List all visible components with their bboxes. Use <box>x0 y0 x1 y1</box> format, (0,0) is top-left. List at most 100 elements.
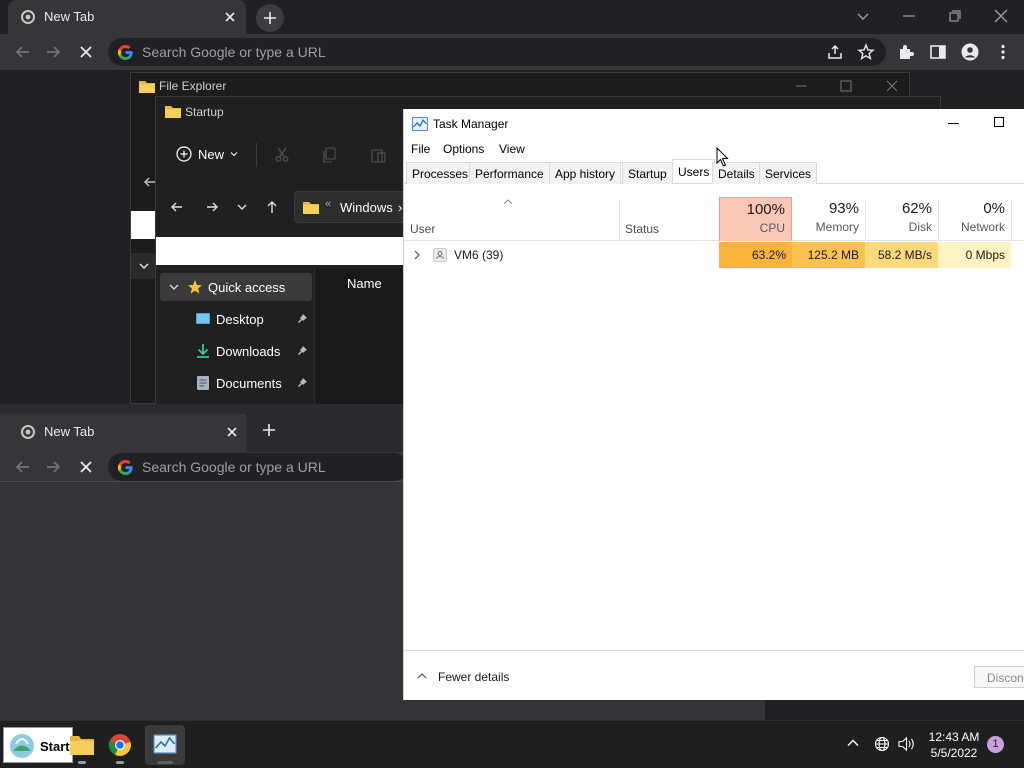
task-manager-icon <box>412 117 428 131</box>
clock-time: 12:43 AM <box>928 730 980 744</box>
notification-badge[interactable]: 1 <box>987 736 1004 753</box>
address-crumb[interactable]: Windows <box>340 200 393 215</box>
show-hidden-icons-chevron-icon[interactable] <box>846 736 860 750</box>
tab-users[interactable]: Users <box>672 159 716 182</box>
address-bar[interactable]: Search Google or type a URL <box>108 453 408 481</box>
bookmark-star-icon[interactable] <box>857 43 875 61</box>
chevron-down-icon[interactable] <box>168 281 180 293</box>
cut-icon[interactable] <box>274 147 290 163</box>
back-arrow-icon[interactable] <box>14 458 32 476</box>
forward-arrow-icon[interactable] <box>44 458 62 476</box>
tab-processes[interactable]: Processes <box>406 162 475 184</box>
chevron-up-icon[interactable] <box>416 672 428 680</box>
folder-icon <box>139 79 155 93</box>
fewer-details-link[interactable]: Fewer details <box>438 670 509 684</box>
volume-icon[interactable] <box>898 736 916 752</box>
minimize-icon[interactable] <box>901 8 917 24</box>
window-title: File Explorer <box>159 79 227 93</box>
desktop-icon <box>195 311 211 327</box>
expand-toggle[interactable] <box>131 253 157 279</box>
column-divider <box>619 200 620 240</box>
new-button[interactable]: New <box>176 146 238 162</box>
tab-new-tab[interactable]: New Tab <box>0 414 246 452</box>
pin-icon[interactable] <box>297 313 308 324</box>
taskbar: Start 12:43 AM 5/5/2022 1 <box>0 720 1024 768</box>
taskbar-file-explorer[interactable] <box>62 725 102 765</box>
menu-options[interactable]: Options <box>443 142 484 156</box>
browser-toolbar: Search Google or type a URL <box>0 34 1024 70</box>
tab-performance[interactable]: Performance <box>469 162 550 184</box>
tab-services[interactable]: Services <box>759 162 818 184</box>
nav-item-label: Documents <box>216 376 282 391</box>
column-header-status[interactable]: Status <box>625 222 659 236</box>
menu-view[interactable]: View <box>499 142 525 156</box>
recent-locations-chevron-icon[interactable] <box>236 200 248 214</box>
close-tab-icon[interactable] <box>224 424 240 440</box>
more-menu-icon[interactable] <box>994 43 1012 61</box>
address-bar[interactable]: Search Google or type a URL <box>108 38 886 66</box>
menu-file[interactable]: File <box>411 142 430 156</box>
forward-arrow-icon[interactable] <box>44 43 62 61</box>
new-tab-button[interactable] <box>256 4 284 32</box>
restore-icon[interactable] <box>947 8 963 24</box>
window-edge <box>765 700 1024 720</box>
minimize-icon[interactable] <box>948 123 959 124</box>
profile-icon[interactable] <box>961 43 979 61</box>
disk-cell: 58.2 MB/s <box>865 242 938 268</box>
forward-arrow-icon[interactable] <box>205 200 219 214</box>
stop-loading-icon[interactable] <box>77 458 95 476</box>
new-tab-icon[interactable] <box>262 423 276 437</box>
column-header-name[interactable]: Name <box>347 276 382 291</box>
tab-new-tab[interactable]: New Tab <box>8 0 246 34</box>
nav-item-quick-access[interactable]: Quick access <box>160 273 312 301</box>
paste-icon[interactable] <box>370 147 386 163</box>
side-panel-icon[interactable] <box>929 43 947 61</box>
column-header-user[interactable]: User <box>410 222 435 236</box>
column-header-network[interactable]: 0% Network <box>938 197 1011 241</box>
tab-startup[interactable]: Startup <box>622 162 673 184</box>
tab-strip: New Tab <box>0 0 1024 34</box>
maximize-icon[interactable] <box>994 117 1004 127</box>
memory-label: Memory <box>815 220 859 234</box>
tab-title: New Tab <box>44 424 95 439</box>
column-header-memory[interactable]: 93% Memory <box>792 197 865 241</box>
disconnect-button[interactable]: Disconnect <box>974 666 1024 688</box>
table-row[interactable]: VM6 (39) 63.2% 125.2 MB 58.2 MB/s 0 Mbps <box>404 242 1024 268</box>
pin-icon[interactable] <box>297 345 308 356</box>
close-window-icon[interactable] <box>993 8 1009 24</box>
close-tab-icon[interactable] <box>222 9 238 25</box>
column-header-disk[interactable]: 62% Disk <box>865 197 938 241</box>
nav-item-downloads[interactable]: Downloads <box>160 337 312 365</box>
system-clock[interactable]: 12:43 AM 5/5/2022 <box>924 729 984 761</box>
expand-chevron-icon[interactable] <box>413 250 421 260</box>
nav-item-desktop[interactable]: Desktop <box>160 305 312 333</box>
taskbar-task-manager[interactable] <box>145 725 185 765</box>
back-arrow-icon[interactable] <box>14 43 32 61</box>
back-arrow-icon[interactable] <box>170 200 184 214</box>
nav-item-documents[interactable]: Documents <box>160 369 312 397</box>
stop-loading-icon[interactable] <box>77 43 95 61</box>
tab-app-history[interactable]: App history <box>549 162 622 184</box>
taskbar-chrome[interactable] <box>100 725 140 765</box>
maximize-icon[interactable] <box>840 80 852 92</box>
cpu-cell: 63.2% <box>719 242 792 268</box>
copy-icon[interactable] <box>322 147 338 163</box>
close-window-icon[interactable] <box>886 80 898 92</box>
tab-title: New Tab <box>44 9 95 24</box>
task-manager-window: Task Manager File Options View Processes… <box>403 109 1024 700</box>
address-box[interactable]: « Windows › <box>294 191 414 223</box>
up-arrow-icon[interactable] <box>265 200 279 214</box>
tab-search-icon[interactable] <box>855 8 871 24</box>
share-icon[interactable] <box>826 43 844 61</box>
address-bar-placeholder: Search Google or type a URL <box>142 44 326 60</box>
running-indicator <box>78 761 86 764</box>
minimize-icon[interactable] <box>795 80 807 92</box>
folder-icon <box>165 104 181 118</box>
extensions-icon[interactable] <box>897 43 915 61</box>
column-header-cpu[interactable]: 100% CPU <box>719 197 792 241</box>
pin-icon[interactable] <box>297 377 308 388</box>
network-globe-icon[interactable] <box>874 736 890 752</box>
crumb-chevron[interactable]: › <box>398 200 402 215</box>
column-header: User Status 100% CPU 93% Memory 62% Disk… <box>404 196 1024 241</box>
window-title: Startup <box>185 105 224 119</box>
